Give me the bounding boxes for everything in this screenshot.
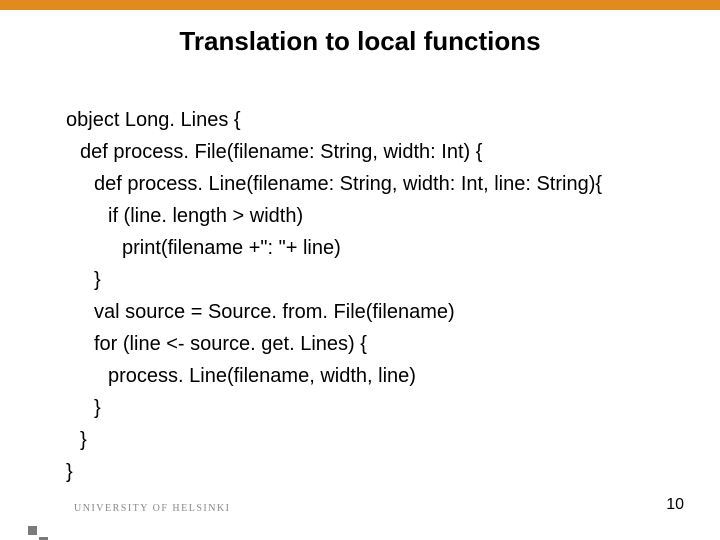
- code-line: object Long. Lines {: [66, 104, 690, 136]
- code-line: val source = Source. from. File(filename…: [66, 296, 690, 328]
- code-line: }: [66, 456, 690, 488]
- code-line: def process. File(filename: String, widt…: [66, 136, 690, 168]
- slide: Translation to local functions object Lo…: [0, 0, 720, 540]
- university-name: UNIVERSITY OF HELSINKI: [74, 503, 231, 514]
- code-line: print(filename +": "+ line): [66, 232, 690, 264]
- page-number: 10: [666, 496, 684, 514]
- code-block: object Long. Lines { def process. File(f…: [66, 104, 690, 488]
- code-line: }: [66, 424, 690, 456]
- slide-accent-bar: [0, 0, 720, 10]
- code-line: }: [66, 264, 690, 296]
- slide-title: Translation to local functions: [0, 26, 720, 57]
- code-line: for (line <- source. get. Lines) {: [66, 328, 690, 360]
- code-line: }: [66, 392, 690, 424]
- code-line: process. Line(filename, width, line): [66, 360, 690, 392]
- code-line: if (line. length > width): [66, 200, 690, 232]
- code-line: def process. Line(filename: String, widt…: [66, 168, 690, 200]
